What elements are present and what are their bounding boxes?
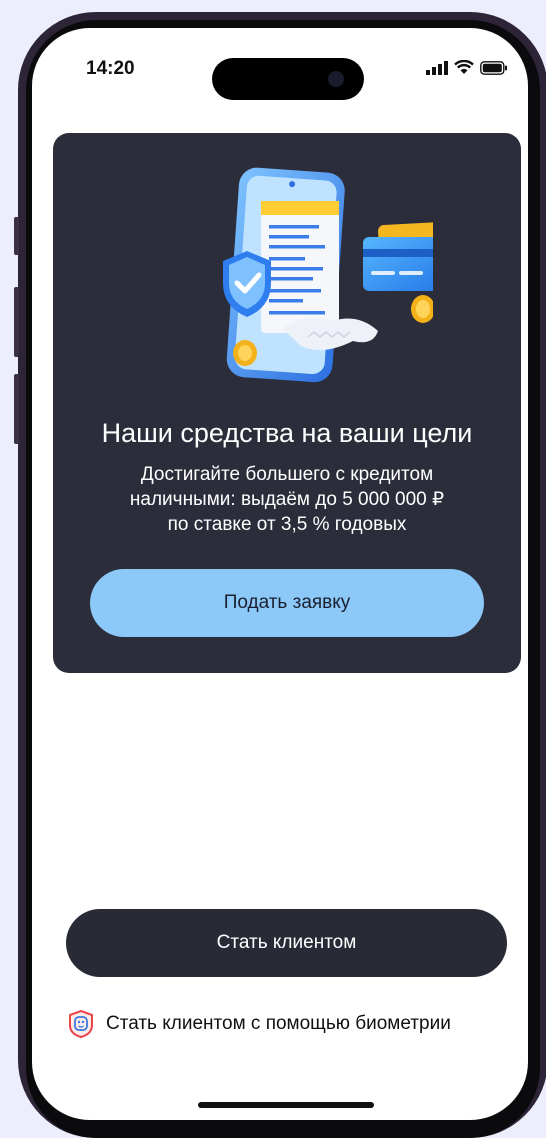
promo-description: Достигайте большего с кредитом наличными… <box>83 462 491 537</box>
apply-button[interactable]: Подать заявку <box>90 569 484 637</box>
phone-receipt-illustration <box>223 167 433 383</box>
volume-up-button <box>14 287 19 357</box>
wifi-icon <box>454 60 474 74</box>
promo-title: Наши средства на ваши цели <box>101 418 473 448</box>
dynamic-island <box>212 58 364 100</box>
loan-promo-card: Наши средства на ваши цели Достигайте бо… <box>53 133 521 673</box>
home-indicator[interactable] <box>198 1102 374 1108</box>
face-id-icon <box>69 1010 93 1038</box>
promo-text-line: Достигайте большего с кредитом <box>140 464 434 485</box>
biometry-link-label: Стать клиентом с помощью биометрии <box>106 1013 451 1034</box>
app-screen: 14:20 Наши средства на ваши цели Достига… <box>32 28 528 1120</box>
status-icons <box>426 60 508 75</box>
silent-switch <box>14 217 19 255</box>
become-client-button[interactable]: Стать клиентом <box>66 909 507 977</box>
volume-down-button <box>14 374 19 444</box>
status-time: 14:20 <box>86 58 135 79</box>
promo-text-line: наличными: выдаём до 5 000 000 ₽ <box>129 489 445 510</box>
promo-text-line: по ставке от 3,5 % годовых <box>167 514 407 535</box>
biometry-signup-link[interactable]: Стать клиентом с помощью биометрии <box>68 1010 451 1038</box>
camera-icon <box>328 71 344 87</box>
signal-icon <box>426 60 448 75</box>
battery-icon <box>480 60 507 75</box>
